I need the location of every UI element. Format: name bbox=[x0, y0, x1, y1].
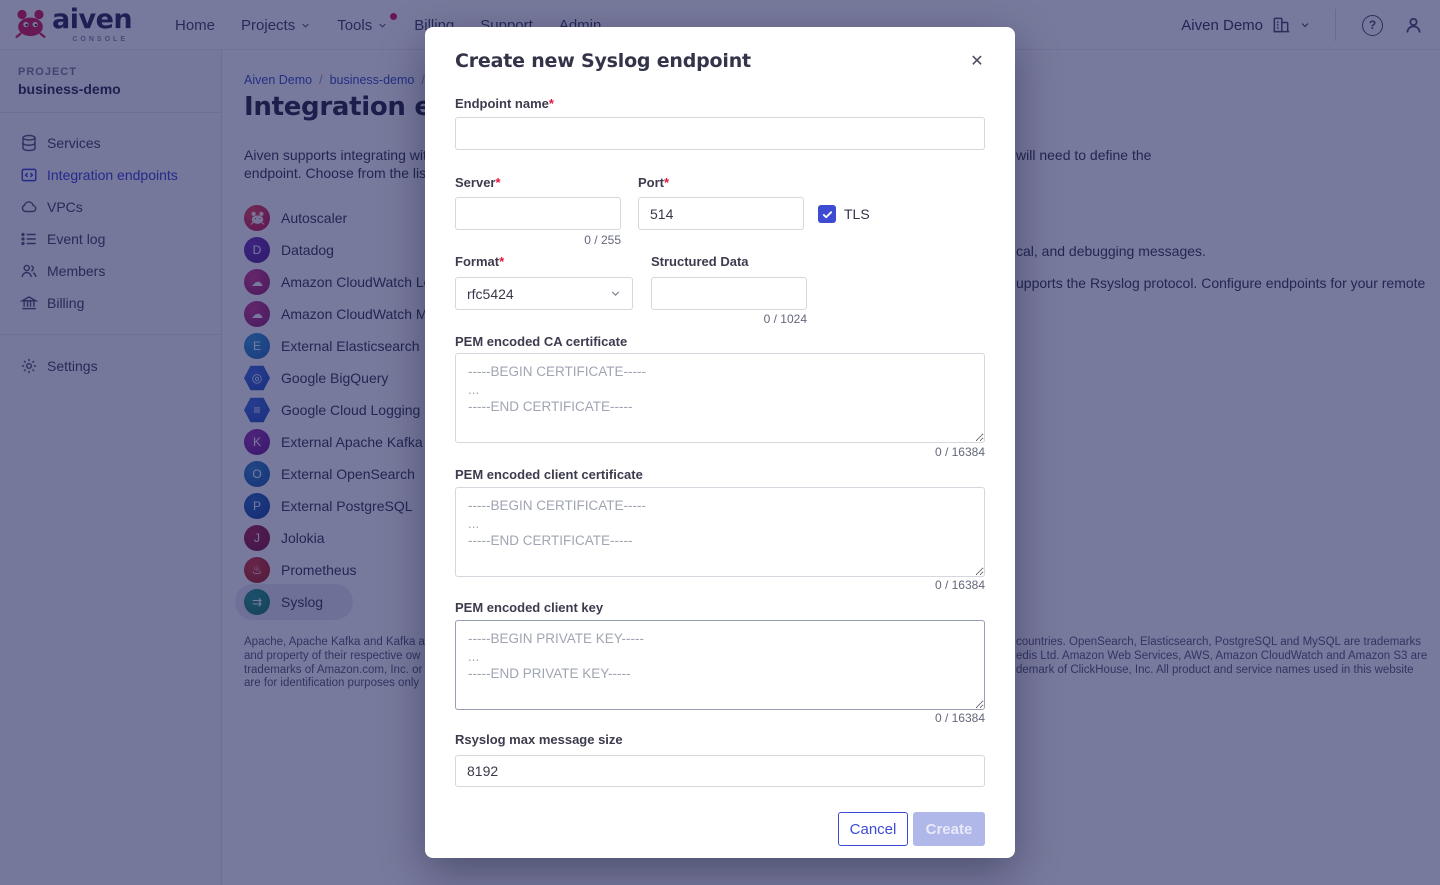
cancel-button[interactable]: Cancel bbox=[838, 812, 908, 846]
max-message-size-label: Rsyslog max message size bbox=[455, 732, 623, 747]
port-input[interactable] bbox=[638, 197, 804, 230]
client-certificate-textarea[interactable] bbox=[455, 487, 985, 577]
endpoint-name-input[interactable] bbox=[455, 117, 985, 150]
structured-data-label: Structured Data bbox=[651, 254, 749, 269]
client-key-char-counter: 0 / 16384 bbox=[455, 711, 985, 725]
server-label: Server* bbox=[455, 175, 501, 190]
create-syslog-endpoint-dialog: Create new Syslog endpoint ✕ Endpoint na… bbox=[425, 27, 1015, 858]
max-message-size-input[interactable] bbox=[455, 755, 985, 787]
endpoint-name-label: Endpoint name* bbox=[455, 96, 554, 111]
client-key-label: PEM encoded client key bbox=[455, 600, 603, 615]
close-icon[interactable]: ✕ bbox=[967, 51, 987, 71]
server-char-counter: 0 / 255 bbox=[455, 233, 621, 247]
tls-checkbox[interactable] bbox=[818, 205, 836, 223]
server-input[interactable] bbox=[455, 197, 621, 230]
client-certificate-char-counter: 0 / 16384 bbox=[455, 578, 985, 592]
format-select[interactable]: rfc5424 bbox=[455, 277, 633, 310]
ca-certificate-label: PEM encoded CA certificate bbox=[455, 334, 627, 349]
client-certificate-label: PEM encoded client certificate bbox=[455, 467, 643, 482]
ca-certificate-textarea[interactable] bbox=[455, 353, 985, 443]
chevron-down-icon bbox=[609, 287, 622, 300]
client-key-textarea[interactable] bbox=[455, 620, 985, 710]
app-root: aiven CONSOLE HomeProjectsToolsBillingSu… bbox=[0, 0, 1440, 885]
ca-certificate-char-counter: 0 / 16384 bbox=[455, 445, 985, 459]
port-label: Port* bbox=[638, 175, 669, 190]
create-button[interactable]: Create bbox=[913, 812, 985, 846]
format-selected-value: rfc5424 bbox=[467, 286, 514, 302]
dialog-title: Create new Syslog endpoint bbox=[455, 50, 751, 72]
format-label: Format* bbox=[455, 254, 504, 269]
structured-data-char-counter: 0 / 1024 bbox=[651, 312, 807, 326]
tls-label: TLS bbox=[844, 206, 870, 222]
structured-data-input[interactable] bbox=[651, 277, 807, 310]
